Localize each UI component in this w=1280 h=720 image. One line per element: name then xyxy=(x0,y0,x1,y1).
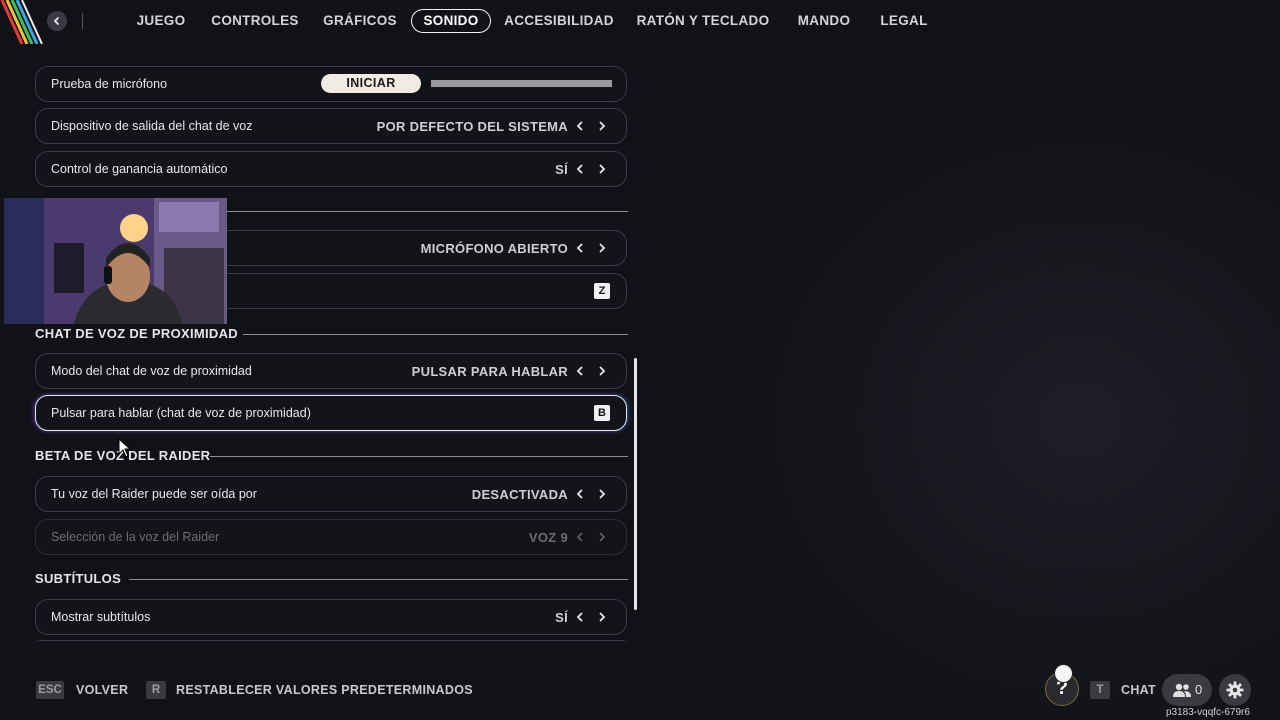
tab-juego[interactable]: JUEGO xyxy=(132,9,190,33)
setting-label: Dispositivo de salida del chat de voz xyxy=(51,119,253,133)
tab-mando[interactable]: MANDO xyxy=(790,9,858,33)
tab-sonido[interactable]: SONIDO xyxy=(411,9,491,33)
setting-show-subtitles[interactable]: Mostrar subtítulos SÍ xyxy=(35,599,627,635)
tab-raton-y-teclado[interactable]: RATÓN Y TECLADO xyxy=(633,9,773,33)
gear-icon xyxy=(1226,681,1244,699)
people-icon xyxy=(1173,683,1191,697)
chevron-left-icon[interactable] xyxy=(574,163,586,175)
section-divider-line xyxy=(129,579,628,580)
setting-label: Prueba de micrófono xyxy=(51,77,168,91)
keybind-keycap[interactable]: Z xyxy=(594,283,610,299)
build-id: p3183-vqqfc-679r6 xyxy=(1166,707,1250,718)
chevron-left-icon xyxy=(576,532,583,542)
setting-value: POR DEFECTO DEL SISTEMA xyxy=(376,119,568,134)
back-action[interactable]: VOLVER xyxy=(76,681,128,699)
setting-auto-gain[interactable]: Control de ganancia automático SÍ xyxy=(35,151,627,187)
r-key-hint: R xyxy=(146,681,166,699)
game-logo-stripes xyxy=(0,0,43,44)
alert-badge-icon xyxy=(1054,664,1073,683)
chevron-left-icon[interactable] xyxy=(574,488,586,500)
section-divider-line xyxy=(243,334,628,335)
setting-value: VOZ 9 xyxy=(528,530,568,545)
section-proximity-chat: CHAT DE VOZ DE PROXIMIDAD xyxy=(35,325,628,343)
chevron-right-icon[interactable] xyxy=(596,365,608,377)
chat-action[interactable]: CHAT xyxy=(1121,681,1156,699)
mouse-cursor-icon xyxy=(118,438,132,458)
setting-label: Selección de la voz del Raider xyxy=(51,530,220,544)
friends-button[interactable]: 0 xyxy=(1162,674,1212,706)
section-divider-line xyxy=(210,456,628,457)
nav-divider xyxy=(82,13,83,29)
setting-label: Mostrar subtítulos xyxy=(51,610,151,624)
settings-button[interactable] xyxy=(1219,674,1251,706)
setting-label: Control de ganancia automático xyxy=(51,162,228,176)
setting-raider-heard-by[interactable]: Tu voz del Raider puede ser oída por DES… xyxy=(35,476,627,512)
chevron-right-icon[interactable] xyxy=(596,242,608,254)
reset-defaults-action[interactable]: RESTABLECER VALORES PREDETERMINADOS xyxy=(176,681,473,699)
setting-value: SÍ xyxy=(555,610,568,625)
setting-proximity-push-to-talk[interactable]: Pulsar para hablar (chat de voz de proxi… xyxy=(35,395,627,431)
chevron-right-icon[interactable] xyxy=(596,120,608,132)
chevron-right-icon xyxy=(599,532,606,542)
chevron-left-icon[interactable] xyxy=(574,611,586,623)
chevron-left-icon xyxy=(53,16,60,26)
section-subtitles: SUBTÍTULOS xyxy=(35,570,628,588)
chevron-left-icon[interactable] xyxy=(574,365,586,377)
setting-proximity-mode[interactable]: Modo del chat de voz de proximidad PULSA… xyxy=(35,353,627,389)
tab-accesibilidad[interactable]: ACCESIBILIDAD xyxy=(504,9,614,33)
setting-voice-output-device[interactable]: Dispositivo de salida del chat de voz PO… xyxy=(35,108,627,144)
friends-count: 0 xyxy=(1195,682,1203,697)
tab-graficos[interactable]: GRÁFICOS xyxy=(320,9,400,33)
setting-label: Pulsar para hablar (chat de voz de proxi… xyxy=(51,406,311,420)
next-row-edge xyxy=(35,640,627,645)
section-title: CHAT DE VOZ DE PROXIMIDAD xyxy=(35,326,238,341)
mic-level-meter xyxy=(431,80,612,87)
setting-label: Modo del chat de voz de proximidad xyxy=(51,364,252,378)
top-nav-bar: JUEGO CONTROLES GRÁFICOS SONIDO ACCESIBI… xyxy=(0,0,1280,44)
chevron-right-icon[interactable] xyxy=(596,488,608,500)
setting-raider-voice-select: Selección de la voz del Raider VOZ 9 xyxy=(35,519,627,555)
back-button[interactable] xyxy=(47,11,67,31)
settings-scrollbar[interactable] xyxy=(634,358,637,610)
tab-legal[interactable]: LEGAL xyxy=(876,9,932,33)
setting-value: PULSAR PARA HABLAR xyxy=(411,364,568,379)
mic-test-start-button[interactable]: INICIAR xyxy=(321,74,421,93)
chevron-left-icon[interactable] xyxy=(574,120,586,132)
setting-label: Tu voz del Raider puede ser oída por xyxy=(51,487,257,501)
chevron-left-icon[interactable] xyxy=(574,242,586,254)
chevron-right-icon[interactable] xyxy=(596,163,608,175)
t-key-hint: T xyxy=(1090,681,1110,699)
setting-value: MICRÓFONO ABIERTO xyxy=(420,241,568,256)
webcam-overlay xyxy=(4,198,227,324)
setting-value: DESACTIVADA xyxy=(471,487,568,502)
section-title: SUBTÍTULOS xyxy=(35,571,122,586)
setting-value: SÍ xyxy=(555,162,568,177)
keybind-keycap[interactable]: B xyxy=(594,405,610,421)
tab-controles[interactable]: CONTROLES xyxy=(210,9,300,33)
chevron-right-icon[interactable] xyxy=(596,611,608,623)
esc-key-hint: ESC xyxy=(36,681,64,699)
